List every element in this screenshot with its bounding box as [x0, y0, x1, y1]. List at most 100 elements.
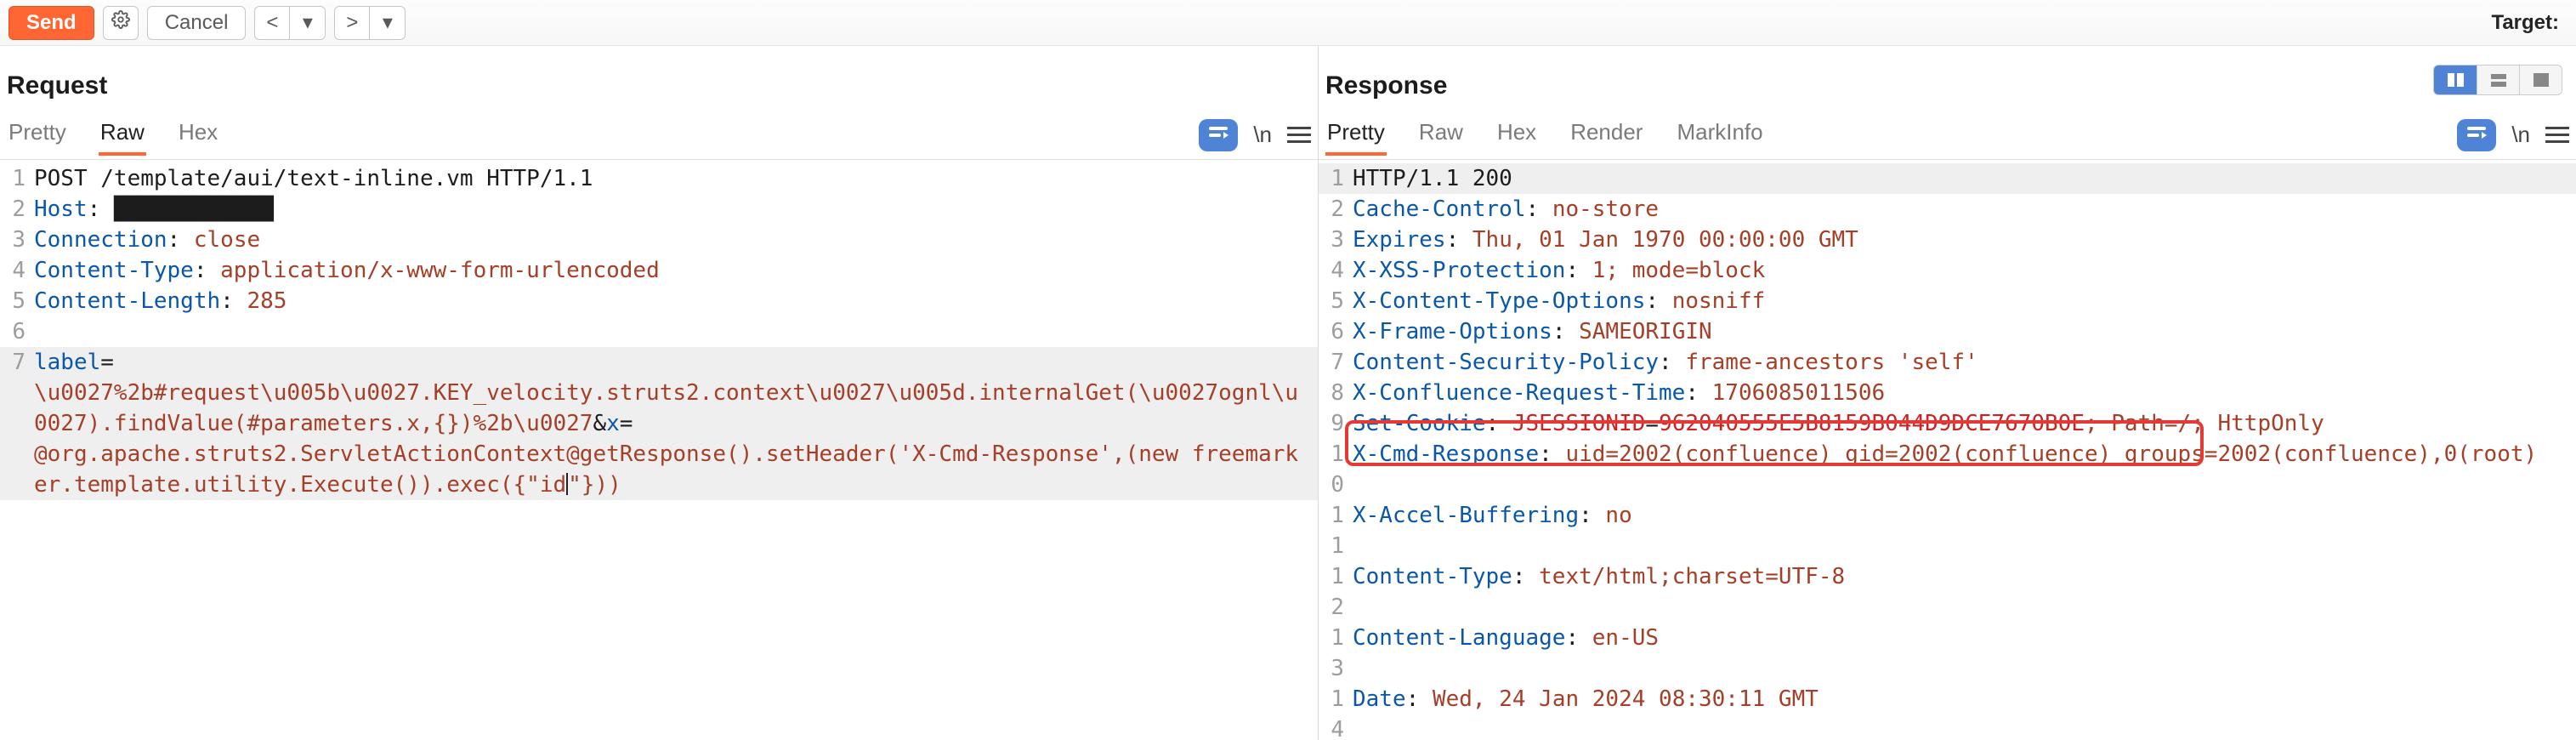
- request-actions-button[interactable]: [1199, 119, 1238, 151]
- line-text: Content-Security-Policy: frame-ancestors…: [1353, 347, 2576, 378]
- request-tabs-row: Pretty Raw Hex \n: [0, 114, 1318, 160]
- line-text: Date: Wed, 24 Jan 2024 08:30:11 GMT: [1353, 684, 2576, 714]
- code-line: 8X-Confluence-Request-Time: 170608501150…: [1319, 378, 2576, 408]
- response-viewer[interactable]: 1HTTP/1.1 2002Cache-Control: no-store3Ex…: [1319, 160, 2576, 740]
- layout-columns-button[interactable]: [2434, 65, 2477, 94]
- line-number: 14: [1319, 684, 1353, 740]
- chevron-left-icon: <: [266, 11, 278, 35]
- code-line: 5X-Content-Type-Options: nosniff: [1319, 286, 2576, 316]
- history-prev-dropdown[interactable]: ▾: [290, 6, 326, 40]
- line-text: POST /template/aui/text-inline.vm HTTP/1…: [34, 163, 1318, 194]
- line-number: 1: [1319, 163, 1353, 194]
- line-number: 3: [0, 225, 34, 255]
- code-line: 7Content-Security-Policy: frame-ancestor…: [1319, 347, 2576, 378]
- response-actions-button[interactable]: [2457, 119, 2496, 151]
- block-icon: [2533, 73, 2549, 87]
- code-line: 11X-Accel-Buffering: no: [1319, 500, 2576, 561]
- line-number: 7: [1319, 347, 1353, 378]
- code-line: 2Host: ████████████: [0, 194, 1318, 225]
- tab-markinfo[interactable]: MarkInfo: [1675, 114, 1764, 156]
- line-number: 4: [1319, 255, 1353, 286]
- line-text: X-Accel-Buffering: no: [1353, 500, 2576, 531]
- line-number: 3: [1319, 225, 1353, 255]
- columns-icon: [2448, 73, 2464, 87]
- chevron-down-icon: ▾: [383, 10, 393, 35]
- line-number: 5: [0, 286, 34, 316]
- code-line: 3Connection: close: [0, 225, 1318, 255]
- code-line: 6: [0, 316, 1318, 347]
- line-text: X-XSS-Protection: 1; mode=block: [1353, 255, 2576, 286]
- code-line: 12Content-Type: text/html;charset=UTF-8: [1319, 561, 2576, 623]
- chevron-right-icon: >: [346, 11, 358, 35]
- request-title: Request: [0, 46, 1318, 114]
- code-line: 10X-Cmd-Response: uid=2002(confluence) g…: [1319, 439, 2576, 500]
- code-line: 1HTTP/1.1 200: [1319, 163, 2576, 194]
- response-menu-button[interactable]: [2545, 127, 2569, 143]
- line-number: 12: [1319, 561, 1353, 623]
- code-line: 4X-XSS-Protection: 1; mode=block: [1319, 255, 2576, 286]
- line-number: 2: [1319, 194, 1353, 225]
- cancel-button[interactable]: Cancel: [147, 6, 247, 40]
- line-text: label= \u0027%2b#request\u005b\u0027.KEY…: [34, 347, 1318, 500]
- line-text: Expires: Thu, 01 Jan 1970 00:00:00 GMT: [1353, 225, 2576, 255]
- history-next-group: > ▾: [334, 6, 406, 40]
- request-menu-button[interactable]: [1287, 127, 1311, 143]
- layout-rows-button[interactable]: [2477, 65, 2519, 94]
- history-next-button[interactable]: >: [334, 6, 370, 40]
- line-text: Set-Cookie: JSESSIONID=962040555E5B8159B…: [1353, 408, 2576, 439]
- response-tabs: Pretty Raw Hex Render MarkInfo: [1325, 114, 1765, 159]
- layout-toggle: [2433, 65, 2562, 95]
- gear-icon: [111, 10, 130, 35]
- line-text: Content-Type: application/x-www-form-url…: [34, 255, 1318, 286]
- code-line: 5Content-Length: 285: [0, 286, 1318, 316]
- settings-button[interactable]: [103, 6, 139, 40]
- line-number: 8: [1319, 378, 1353, 408]
- line-number: 6: [1319, 316, 1353, 347]
- line-text: Content-Length: 285: [34, 286, 1318, 316]
- newline-toggle[interactable]: \n: [2511, 122, 2530, 148]
- tab-hex[interactable]: Hex: [1495, 114, 1538, 156]
- line-number: 7: [0, 347, 34, 378]
- tab-raw[interactable]: Raw: [1417, 114, 1465, 156]
- layout-single-button[interactable]: [2519, 65, 2562, 94]
- line-number: 4: [0, 255, 34, 286]
- line-number: 10: [1319, 439, 1353, 500]
- history-prev-group: < ▾: [254, 6, 326, 40]
- line-number: 5: [1319, 286, 1353, 316]
- main-toolbar: Send Cancel < ▾ > ▾ Target:: [0, 0, 2576, 46]
- line-number: 1: [0, 163, 34, 194]
- tab-pretty[interactable]: Pretty: [7, 114, 68, 156]
- actions-icon: [1207, 123, 1229, 147]
- tab-hex[interactable]: Hex: [177, 114, 219, 156]
- tab-raw[interactable]: Raw: [99, 114, 146, 156]
- line-text: X-Cmd-Response: uid=2002(confluence) gid…: [1353, 439, 2576, 470]
- code-line: 1POST /template/aui/text-inline.vm HTTP/…: [0, 163, 1318, 194]
- response-tools: \n: [2457, 119, 2569, 155]
- code-line: 2Cache-Control: no-store: [1319, 194, 2576, 225]
- line-number: 2: [0, 194, 34, 225]
- code-line: 13Content-Language: en-US: [1319, 623, 2576, 684]
- line-number: 9: [1319, 408, 1353, 439]
- send-button[interactable]: Send: [9, 6, 94, 40]
- line-number: 13: [1319, 623, 1353, 684]
- history-prev-button[interactable]: <: [254, 6, 290, 40]
- tab-pretty[interactable]: Pretty: [1325, 114, 1387, 156]
- history-next-dropdown[interactable]: ▾: [370, 6, 406, 40]
- line-text: Content-Language: en-US: [1353, 623, 2576, 653]
- line-text: Host: ████████████: [34, 194, 1318, 225]
- target-label: Target:: [2491, 11, 2567, 35]
- newline-toggle[interactable]: \n: [1253, 122, 1272, 148]
- line-number: 6: [0, 316, 34, 347]
- code-line: 4Content-Type: application/x-www-form-ur…: [0, 255, 1318, 286]
- request-editor[interactable]: 1POST /template/aui/text-inline.vm HTTP/…: [0, 160, 1318, 740]
- tab-render[interactable]: Render: [1569, 114, 1644, 156]
- line-text: HTTP/1.1 200: [1353, 163, 2576, 194]
- code-line: 9Set-Cookie: JSESSIONID=962040555E5B8159…: [1319, 408, 2576, 439]
- response-tabs-row: Pretty Raw Hex Render MarkInfo \n: [1319, 114, 2576, 160]
- line-text: X-Content-Type-Options: nosniff: [1353, 286, 2576, 316]
- code-line: 3Expires: Thu, 01 Jan 1970 00:00:00 GMT: [1319, 225, 2576, 255]
- code-line: 6X-Frame-Options: SAMEORIGIN: [1319, 316, 2576, 347]
- split-container: Request Pretty Raw Hex \n 1POST /template/…: [0, 46, 2576, 740]
- line-text: Connection: close: [34, 225, 1318, 255]
- line-text: X-Frame-Options: SAMEORIGIN: [1353, 316, 2576, 347]
